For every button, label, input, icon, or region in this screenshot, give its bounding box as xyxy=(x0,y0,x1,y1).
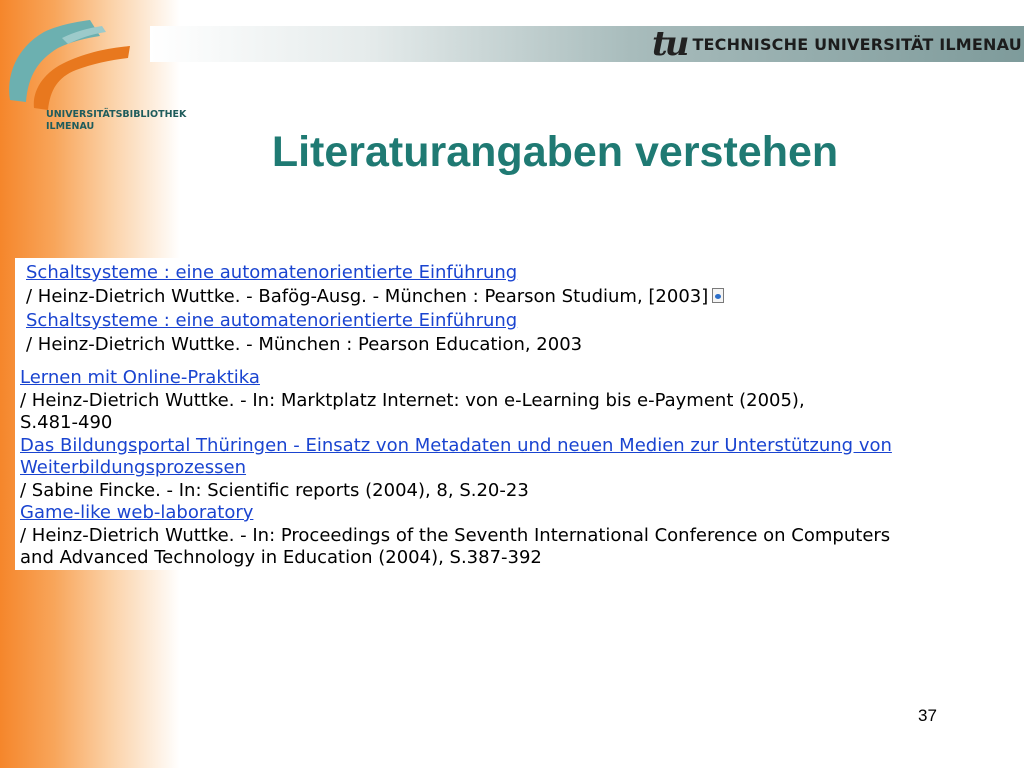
library-name-line1: UNIVERSITÄTSBIBLIOTHEK xyxy=(46,109,187,120)
university-name: TECHNISCHE UNIVERSITÄT ILMENAU xyxy=(692,34,1022,54)
article-entry-2-title-link-part1[interactable]: Das Bildungsportal Thüringen - Einsatz v… xyxy=(20,435,892,456)
catalog-entry-1-title-line: Schaltsysteme : eine automatenorientiert… xyxy=(26,261,724,285)
article-entry-1-details-line1: / Heinz-Dietrich Wuttke. - In: Marktplat… xyxy=(20,389,805,411)
catalog-entry-1-details: / Heinz-Dietrich Wuttke. - Bafög-Ausg. -… xyxy=(26,286,709,307)
article-entry-3-details-line2: and Advanced Technology in Education (20… xyxy=(20,547,542,568)
article-entry-3-details-line1: / Heinz-Dietrich Wuttke. - In: Proceedin… xyxy=(20,524,891,546)
article-entry-3-title-link[interactable]: Game-like web-laboratory xyxy=(20,502,253,523)
article-entry-2-title-line2: Weiterbildungsprozessen xyxy=(20,457,1010,480)
catalog-entry-2-title-line: Schaltsysteme : eine automatenorientiert… xyxy=(26,309,724,333)
slide-title: Literaturangaben verstehen xyxy=(271,128,839,176)
catalog-entry-2-title-link[interactable]: Schaltsysteme : eine automatenorientiert… xyxy=(26,310,517,331)
article-entry-1-title-line: Lernen mit Online-Praktika xyxy=(20,367,1010,390)
tu-ilmenau-logo-icon: tu xyxy=(652,24,689,64)
document-icon[interactable] xyxy=(712,288,725,303)
article-entry-2-details: / Sabine Fincke. - In: Scientific report… xyxy=(20,479,529,501)
catalog-entry-2-details-line: / Heinz-Dietrich Wuttke. - München : Pea… xyxy=(26,333,724,357)
catalog-results: Schaltsysteme : eine automatenorientiert… xyxy=(26,261,725,357)
page-number: 37 xyxy=(918,706,937,725)
article-entry-3-title-line: Game-like web-laboratory xyxy=(20,502,1010,525)
article-entry-1-title-link[interactable]: Lernen mit Online-Praktika xyxy=(20,367,260,388)
catalog-entry-1-title-link[interactable]: Schaltsysteme : eine automatenorientiert… xyxy=(26,262,517,283)
article-entry-1-details-line2: S.481-490 xyxy=(20,412,113,433)
article-entry-2-title-link-part2[interactable]: Weiterbildungsprozessen xyxy=(20,457,246,478)
university-wordmark: tu TECHNISCHE UNIVERSITÄT ILMENAU xyxy=(652,26,1024,62)
library-logo-icon xyxy=(4,14,136,118)
catalog-entry-2-details: / Heinz-Dietrich Wuttke. - München : Pea… xyxy=(26,334,583,355)
catalog-entry-1-details-line: / Heinz-Dietrich Wuttke. - Bafög-Ausg. -… xyxy=(26,285,725,309)
article-results: Lernen mit Online-Praktika / Heinz-Dietr… xyxy=(20,367,1010,570)
article-entry-2-title-line1: Das Bildungsportal Thüringen - Einsatz v… xyxy=(20,435,1010,458)
catalog-screenshot: Schaltsysteme : eine automatenorientiert… xyxy=(15,258,1010,570)
